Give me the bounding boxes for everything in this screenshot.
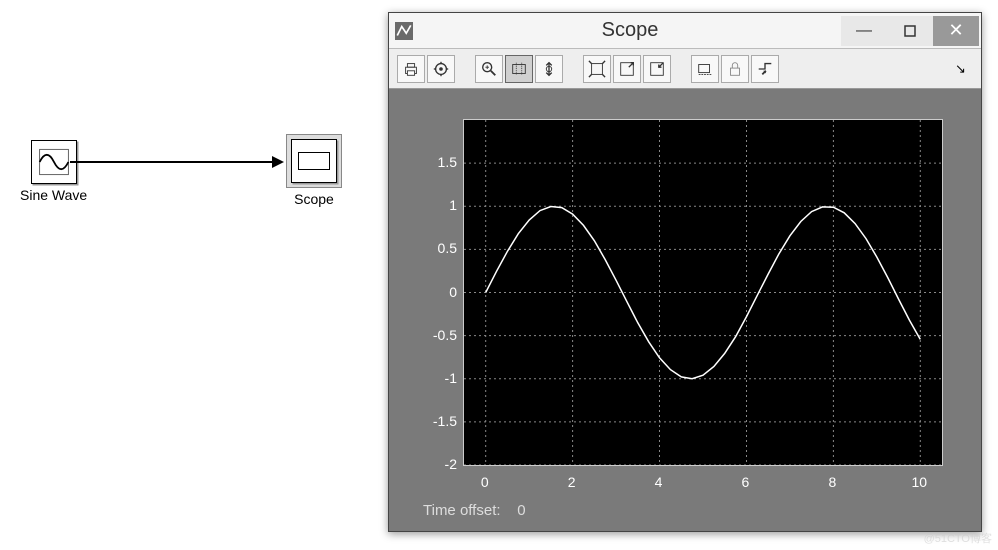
- zoom-in-button[interactable]: [475, 55, 503, 83]
- window-controls: — ✕: [841, 16, 981, 46]
- x-tick-label: 10: [911, 474, 927, 490]
- maximize-button[interactable]: [887, 16, 933, 46]
- app-icon: [389, 22, 419, 40]
- titlebar[interactable]: Scope — ✕: [389, 13, 981, 49]
- window-title: Scope: [419, 19, 841, 42]
- plot-frame: -2 -1.5 -1 -0.5 0 0.5 1 1.5 0 2 4 6 8 10: [417, 109, 953, 496]
- signal-arrow-head: [272, 156, 284, 168]
- sine-wave-block[interactable]: Sine Wave: [20, 140, 87, 203]
- scope-block[interactable]: Scope: [286, 134, 342, 207]
- sine-wave-label: Sine Wave: [20, 187, 87, 203]
- y-tick-label: 1.5: [417, 154, 457, 170]
- scope-block-icon: [291, 139, 337, 183]
- scope-window: Scope — ✕: [388, 12, 982, 532]
- plot-area: -2 -1.5 -1 -0.5 0 0.5 1 1.5 0 2 4 6 8 10 Time offset…: [389, 89, 981, 531]
- signal-line[interactable]: [70, 161, 274, 163]
- scope-block-selected-frame: [286, 134, 342, 188]
- y-tick-label: 1: [417, 197, 457, 213]
- x-tick-label: 0: [481, 474, 489, 490]
- y-tick-label: 0: [417, 284, 457, 300]
- zoom-box-button[interactable]: [505, 55, 533, 83]
- watermark: @51CTO博客: [924, 530, 992, 546]
- x-tick-label: 8: [828, 474, 836, 490]
- scope-block-label: Scope: [294, 191, 334, 207]
- toolbar: ↘: [389, 49, 981, 89]
- autoscale-button[interactable]: [583, 55, 611, 83]
- time-offset-value: 0: [517, 502, 525, 519]
- close-button[interactable]: ✕: [933, 16, 979, 46]
- y-tick-label: -1.5: [417, 413, 457, 429]
- toolbar-overflow[interactable]: ↘: [955, 61, 975, 77]
- save-config-button[interactable]: [613, 55, 641, 83]
- lock-button[interactable]: [721, 55, 749, 83]
- restore-config-button[interactable]: [643, 55, 671, 83]
- minimize-button[interactable]: —: [841, 16, 887, 46]
- y-tick-label: 0.5: [417, 240, 457, 256]
- settings-button[interactable]: [427, 55, 455, 83]
- x-tick-label: 6: [742, 474, 750, 490]
- simulink-canvas[interactable]: Sine Wave Scope: [0, 0, 380, 550]
- x-tick-label: 4: [655, 474, 663, 490]
- signal-selector-button[interactable]: [751, 55, 779, 83]
- float-button[interactable]: [691, 55, 719, 83]
- zoom-y-button[interactable]: [535, 55, 563, 83]
- print-button[interactable]: [397, 55, 425, 83]
- time-offset-text: Time offset:: [423, 502, 501, 519]
- y-tick-label: -2: [417, 456, 457, 472]
- y-tick-label: -0.5: [417, 327, 457, 343]
- x-tick-label: 2: [568, 474, 576, 490]
- scope-display-icon: [298, 152, 330, 170]
- y-tick-label: -1: [417, 370, 457, 386]
- time-offset-label: Time offset: 0: [417, 496, 953, 521]
- plot-canvas[interactable]: [463, 119, 943, 466]
